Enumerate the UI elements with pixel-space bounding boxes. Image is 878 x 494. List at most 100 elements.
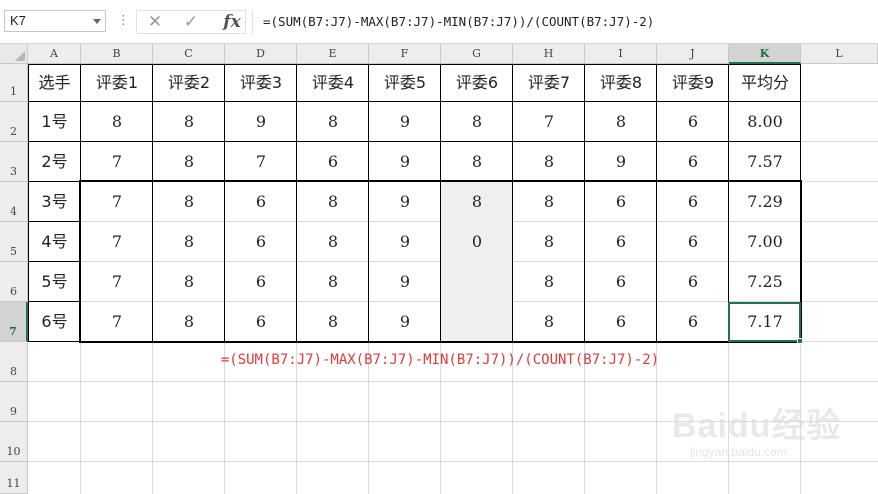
row-header-3[interactable]: 3	[0, 142, 28, 182]
column-header-i[interactable]: I	[585, 44, 657, 64]
score-cell[interactable]: 0	[441, 222, 513, 262]
average-cell[interactable]: 7.29	[729, 182, 801, 222]
row-header-6[interactable]: 6	[0, 262, 28, 302]
row-header-9[interactable]: 9	[0, 382, 28, 422]
score-cell[interactable]: 8	[513, 222, 585, 262]
player-cell[interactable]: 6号	[28, 302, 81, 342]
score-cell[interactable]: 8	[297, 222, 369, 262]
score-cell[interactable]: 6	[657, 262, 729, 302]
row-header-4[interactable]: 4	[0, 182, 28, 222]
formula-input[interactable]: =(SUM(B7:J7)-MAX(B7:J7)-MIN(B7:J7))/(COU…	[252, 10, 878, 34]
score-cell[interactable]	[441, 262, 513, 302]
score-cell[interactable]: 8	[81, 102, 153, 142]
row-header-5[interactable]: 5	[0, 222, 28, 262]
score-cell[interactable]: 7	[513, 102, 585, 142]
score-cell[interactable]: 8	[513, 262, 585, 302]
cancel-icon[interactable]: ✕	[141, 11, 169, 33]
fill-handle[interactable]	[797, 338, 803, 344]
score-cell[interactable]: 7	[81, 182, 153, 222]
column-header-e[interactable]: E	[297, 44, 369, 64]
score-cell[interactable]: 8	[297, 182, 369, 222]
select-all-button[interactable]	[0, 44, 28, 64]
row-header-2[interactable]: 2	[0, 102, 28, 142]
row-header-8[interactable]: 8	[0, 342, 28, 382]
score-cell[interactable]: 6	[657, 142, 729, 182]
score-cell[interactable]: 7	[81, 222, 153, 262]
score-cell[interactable]: 6	[585, 302, 657, 342]
score-cell[interactable]: 8	[153, 262, 225, 302]
player-cell[interactable]: 5号	[28, 262, 81, 302]
score-cell[interactable]: 6	[225, 222, 297, 262]
score-cell[interactable]: 6	[297, 142, 369, 182]
score-cell[interactable]: 8	[153, 302, 225, 342]
score-cell[interactable]: 8	[297, 102, 369, 142]
score-cell[interactable]: 9	[369, 262, 441, 302]
table-header-cell[interactable]: 评委6	[441, 64, 513, 102]
score-cell[interactable]: 8	[441, 142, 513, 182]
row-header-7[interactable]: 7	[0, 302, 28, 342]
score-cell[interactable]: 8	[441, 182, 513, 222]
score-cell[interactable]: 9	[369, 142, 441, 182]
active-cell-indicator[interactable]	[728, 302, 803, 344]
score-cell[interactable]: 6	[657, 182, 729, 222]
score-cell[interactable]: 8	[513, 302, 585, 342]
row-header-11[interactable]: 11	[0, 462, 28, 494]
score-cell[interactable]: 6	[225, 262, 297, 302]
average-cell[interactable]: 7.25	[729, 262, 801, 302]
score-cell[interactable]: 6	[225, 302, 297, 342]
average-cell[interactable]: 7.57	[729, 142, 801, 182]
score-cell[interactable]: 9	[369, 302, 441, 342]
column-header-h[interactable]: H	[513, 44, 585, 64]
column-header-j[interactable]: J	[657, 44, 729, 64]
score-cell[interactable]: 6	[225, 182, 297, 222]
score-cell[interactable]: 9	[369, 102, 441, 142]
table-header-cell[interactable]: 评委5	[369, 64, 441, 102]
column-header-c[interactable]: C	[153, 44, 225, 64]
score-cell[interactable]: 8	[513, 182, 585, 222]
table-header-cell[interactable]: 评委4	[297, 64, 369, 102]
name-box[interactable]: K7	[4, 10, 106, 32]
table-header-cell[interactable]: 平均分	[729, 64, 801, 102]
column-header-l[interactable]: L	[801, 44, 878, 64]
player-cell[interactable]: 3号	[28, 182, 81, 222]
table-header-cell[interactable]: 评委2	[153, 64, 225, 102]
score-cell[interactable]: 7	[225, 142, 297, 182]
column-header-d[interactable]: D	[225, 44, 297, 64]
score-cell[interactable]: 7	[81, 302, 153, 342]
score-cell[interactable]: 6	[585, 222, 657, 262]
score-cell[interactable]: 8	[153, 182, 225, 222]
score-cell[interactable]: 8	[513, 142, 585, 182]
table-header-cell[interactable]: 评委7	[513, 64, 585, 102]
column-header-a[interactable]: A	[28, 44, 81, 64]
table-header-cell[interactable]: 选手	[28, 64, 81, 102]
table-header-cell[interactable]: 评委9	[657, 64, 729, 102]
score-cell[interactable]: 6	[657, 302, 729, 342]
score-cell[interactable]: 8	[585, 102, 657, 142]
score-cell[interactable]: 8	[153, 102, 225, 142]
score-cell[interactable]: 8	[297, 262, 369, 302]
average-cell[interactable]: 7.00	[729, 222, 801, 262]
score-cell[interactable]: 6	[585, 182, 657, 222]
table-header-cell[interactable]: 评委1	[81, 64, 153, 102]
score-cell[interactable]: 6	[657, 102, 729, 142]
score-cell[interactable]: 9	[369, 182, 441, 222]
score-cell[interactable]: 8	[441, 102, 513, 142]
score-cell[interactable]: 6	[585, 262, 657, 302]
score-cell[interactable]: 8	[153, 222, 225, 262]
player-cell[interactable]: 4号	[28, 222, 81, 262]
row-header-10[interactable]: 10	[0, 422, 28, 462]
average-cell[interactable]: 8.00	[729, 102, 801, 142]
score-cell[interactable]: 6	[657, 222, 729, 262]
column-header-g[interactable]: G	[441, 44, 513, 64]
score-cell[interactable]: 9	[585, 142, 657, 182]
column-header-f[interactable]: F	[369, 44, 441, 64]
player-cell[interactable]: 1号	[28, 102, 81, 142]
score-cell[interactable]: 8	[153, 142, 225, 182]
score-cell[interactable]: 9	[369, 222, 441, 262]
score-cell[interactable]: 8	[297, 302, 369, 342]
score-cell[interactable]: 7	[81, 142, 153, 182]
score-cell[interactable]: 7	[81, 262, 153, 302]
score-cell[interactable]: 9	[225, 102, 297, 142]
score-cell[interactable]	[441, 302, 513, 342]
insert-function-icon[interactable]: fx	[219, 11, 245, 33]
